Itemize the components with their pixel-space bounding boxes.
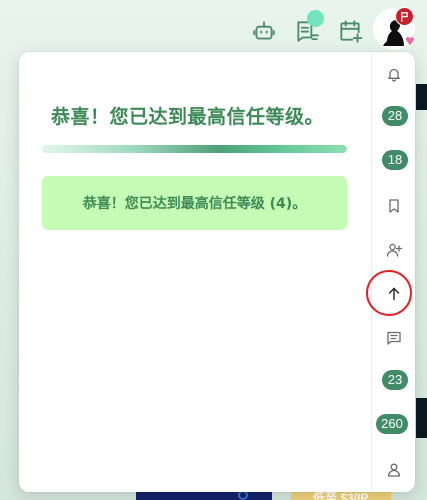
trust-level-notice-text: 恭喜！您已达到最高信任等级 (4)。 — [82, 196, 307, 212]
user-plus-icon — [386, 243, 402, 257]
tab-messages-count: 18 — [382, 150, 408, 170]
trust-level-progress-bar — [42, 145, 347, 153]
tab-drafts-count: 260 — [376, 414, 408, 434]
trust-level-content: 恭喜！您已达到最高信任等级。 恭喜！您已达到最高信任等级 (4)。 — [19, 52, 371, 492]
tab-replies[interactable]: 28 — [372, 96, 415, 140]
tab-reactions-count: 23 — [382, 370, 408, 390]
tab-chat[interactable] — [372, 316, 415, 360]
user-icon — [387, 463, 400, 477]
chat-unread-dot — [307, 10, 324, 27]
trust-level-notice: 恭喜！您已达到最高信任等级 (4)。 — [42, 176, 347, 230]
background-edge-strip — [416, 84, 427, 110]
heart-icon: ♥ — [405, 35, 415, 48]
calendar-add-icon[interactable] — [337, 18, 363, 44]
tab-profile[interactable] — [372, 448, 415, 492]
tab-reactions[interactable]: 23 — [372, 360, 415, 404]
tab-messages[interactable]: 18 — [372, 140, 415, 184]
arrow-up-icon — [388, 287, 399, 301]
tab-invites[interactable] — [372, 228, 415, 272]
tab-drafts[interactable]: 260 — [372, 404, 415, 448]
tab-notifications[interactable] — [372, 52, 415, 96]
background-edge-strip — [416, 398, 427, 438]
robot-icon[interactable] — [251, 18, 277, 44]
trust-level-progress-fill — [42, 145, 347, 153]
comment-icon — [386, 331, 401, 345]
flag-icon — [401, 11, 408, 22]
user-menu-panel: 恭喜！您已达到最高信任等级。 恭喜！您已达到最高信任等级 (4)。 28 18 … — [19, 52, 415, 492]
page-title: 恭喜！您已达到最高信任等级。 — [51, 106, 325, 128]
user-menu-tabs: 28 18 23 260 — [371, 52, 415, 492]
tab-trust-level[interactable] — [372, 272, 415, 316]
bell-icon — [387, 68, 400, 82]
tab-replies-count: 28 — [382, 106, 408, 126]
avatar-notification-badge[interactable] — [395, 7, 414, 26]
bookmark-icon — [388, 199, 399, 213]
tab-bookmarks[interactable] — [372, 184, 415, 228]
